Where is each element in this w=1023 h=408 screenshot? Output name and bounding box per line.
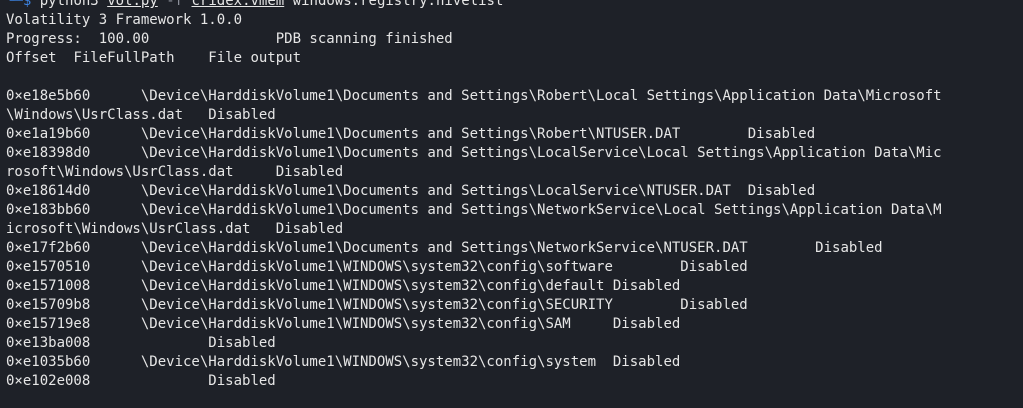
output-line: 0×e15719e8 \Device\HarddiskVolume1\WINDO…	[6, 316, 681, 332]
progress-status: Progress: 100.00 PDB scanning finished	[6, 31, 453, 47]
command-flag: -f	[166, 0, 184, 9]
output-line: 0×e1570510 \Device\HarddiskVolume1\WINDO…	[6, 259, 748, 275]
command-python: python3	[39, 0, 99, 9]
output-line: \Windows\UsrClass.dat Disabled	[6, 107, 276, 123]
prompt-tree-glyph: └─	[6, 0, 23, 9]
output-line: 0×e17f2b60 \Device\HarddiskVolume1\Docum…	[6, 240, 883, 256]
output-line: 0×e1571008 \Device\HarddiskVolume1\WINDO…	[6, 278, 681, 294]
output-line: 0×e18e5b60 \Device\HarddiskVolume1\Docum…	[6, 88, 942, 104]
output-line: 0×e1035b60 \Device\HarddiskVolume1\WINDO…	[6, 354, 681, 370]
output-line: 0×e15709b8 \Device\HarddiskVolume1\WINDO…	[6, 297, 748, 313]
column-headers: Offset FileFullPath File output	[6, 50, 302, 66]
command-prompt-line: └─$ python3 vol.py -f cridex.vmem window…	[6, 0, 1023, 11]
hivelist-output: 0×e18e5b60 \Device\HarddiskVolume1\Docum…	[6, 87, 1023, 391]
framework-version: Volatility 3 Framework 1.0.0	[6, 12, 243, 28]
terminal-window[interactable]: └─$ python3 vol.py -f cridex.vmem window…	[0, 0, 1023, 408]
output-line: 0×e183bb60 \Device\HarddiskVolume1\Docum…	[6, 202, 942, 218]
output-line: 0×e18614d0 \Device\HarddiskVolume1\Docum…	[6, 183, 816, 199]
command-script: vol.py	[107, 0, 158, 9]
command-memory-file: cridex.vmem	[191, 0, 285, 9]
output-line: icrosoft\Windows\UsrClass.dat Disabled	[6, 221, 344, 237]
output-line: 0×e102e008 Disabled	[6, 373, 276, 389]
output-line: 0×e1a19b60 \Device\HarddiskVolume1\Docum…	[6, 126, 816, 142]
output-line: 0×e18398d0 \Device\HarddiskVolume1\Docum…	[6, 145, 942, 161]
output-line: rosoft\Windows\UsrClass.dat Disabled	[6, 164, 344, 180]
prompt-dollar: $	[22, 0, 32, 9]
output-line: 0×e13ba008 Disabled	[6, 335, 276, 351]
command-plugin: windows.registry.hivelist	[292, 0, 504, 9]
